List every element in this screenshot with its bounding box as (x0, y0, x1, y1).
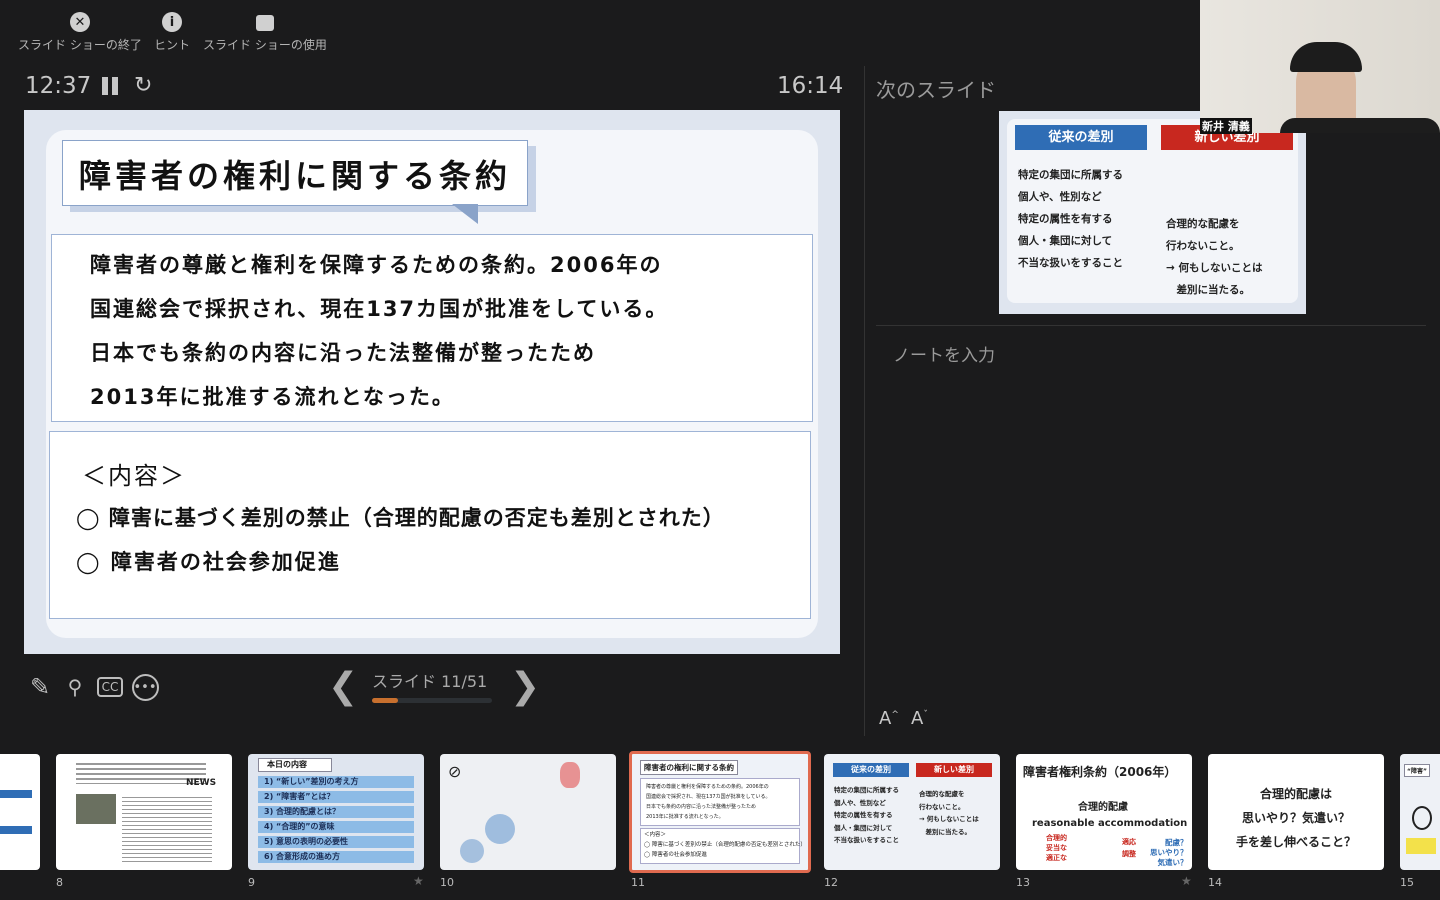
thumbnail-number: 8 (56, 876, 63, 889)
increase-font-size-icon[interactable]: A^ (879, 708, 899, 729)
star-icon: ★ (1181, 874, 1192, 888)
previous-slide-button[interactable]: ❮ (328, 666, 358, 707)
pause-icon (102, 77, 108, 95)
laser-pointer-icon[interactable]: ⚲ (60, 672, 90, 702)
body-line: 日本でも条約の内容に沿った法整備が整ったため (90, 341, 596, 365)
thumbnail-number: 12 (824, 876, 838, 889)
thumbnail-slide-10[interactable]: ⊘ (440, 754, 616, 870)
thumbnail-number: 11 (631, 876, 645, 889)
slide-counter: スライド 11/51 (372, 672, 488, 691)
thumbnail-slide-13[interactable]: 障害者権利条約（2006年） 合理的配慮 reasonable accommod… (1016, 754, 1192, 870)
participant-name: 新井 清義 (1200, 118, 1252, 134)
end-slideshow-button[interactable]: ✕ スライド ショーの終了 (18, 12, 142, 53)
thumbnail-slide-15[interactable]: “障害” (1400, 754, 1440, 870)
notes-divider (876, 325, 1426, 326)
use-slideshow-button[interactable]: スライド ショーの使用 (203, 12, 327, 53)
info-icon: i (162, 12, 182, 32)
thumbnail-number: 14 (1208, 876, 1222, 889)
hints-button[interactable]: i ヒント (154, 12, 190, 53)
thumbnail-slide-8[interactable]: NEWS (56, 754, 232, 870)
end-slideshow-label: スライド ショーの終了 (18, 38, 142, 52)
contents-item: ◯ 障害者の社会参加促進 (76, 550, 341, 574)
windows-icon (255, 15, 274, 31)
more-icon: ••• (131, 673, 159, 701)
body-box: 障害者の尊厳と権利を保障するための条約。2006年の 国連総会で採択され、現在1… (51, 234, 813, 422)
contents-heading: ＜内容＞ (82, 462, 186, 490)
thumbnail-number: 13 (1016, 876, 1030, 889)
decrease-font-size-icon[interactable]: Aˇ (911, 708, 928, 729)
body-line: 障害者の尊厳と権利を保障するための条約。2006年の (90, 253, 663, 277)
news-logo: NEWS (186, 778, 217, 788)
prohibited-icon: ⊘ (448, 762, 462, 781)
thumbnail-number: 15 (1400, 876, 1414, 889)
next-right-text: 合理的な配慮を 行わないこと。 → 何もしないことは 差別に当たる。 (1166, 218, 1263, 296)
pen-tool-icon[interactable]: ✎ (25, 672, 55, 702)
slide-progress-fill (372, 698, 399, 703)
pause-button[interactable] (102, 77, 119, 95)
next-slide-preview[interactable]: 従来の差別 新しい差別 特定の集団に所属する 個人や、性別など 特定の属性を有する個… (999, 111, 1306, 314)
notes-input[interactable]: ノートを入力 (893, 341, 1413, 701)
slide-title-box: 障害者の権利に関する条約 (62, 140, 528, 206)
slide-progress-bar (372, 698, 492, 703)
thumbnail-number: 9 (248, 876, 255, 889)
thumb-body: 障害者の尊厳と権利を保障するための条約。2006年の 国連総会で採択され、現在13… (646, 784, 771, 820)
body-line: 2013年に批准する流れとなった。 (90, 385, 455, 409)
use-slideshow-label: スライド ショーの使用 (203, 38, 327, 52)
slide-title: 障害者の権利に関する条約 (79, 157, 512, 195)
elapsed-timer: 12:37 (25, 73, 92, 99)
next-slide-button[interactable]: ❯ (510, 666, 540, 707)
next-slide-label: 次のスライド (876, 78, 996, 102)
thumbnail-number: 10 (440, 876, 454, 889)
thumbnail-slide-12[interactable]: 従来の差別 新しい差別 特定の集団に所属する 個人や、性別など 特定の属性を有する個… (824, 754, 1000, 870)
callout-tail (452, 204, 478, 224)
contents-item: ◯ 障害に基づく差別の禁止（合理的配慮の否定も差別とされた） (76, 506, 725, 530)
panel-divider (864, 66, 865, 736)
clock: 16:14 (777, 73, 844, 99)
star-icon: ★ (413, 874, 424, 888)
subtitles-button[interactable]: CC (95, 672, 125, 702)
thumbnail-slide-11-selected[interactable]: 障害者の権利に関する条約 障害者の尊厳と権利を保障するための条約。2006年の国… (629, 751, 811, 873)
thumbnail-slide-7[interactable] (0, 754, 40, 870)
contents-box: ＜内容＞ ◯ 障害に基づく差別の禁止（合理的配慮の否定も差別とされた） ◯ 障害… (49, 431, 811, 619)
body-line: 国連総会で採択され、現在137カ国が批准をしている。 (90, 297, 669, 321)
pause-icon-bar (112, 77, 118, 95)
thumb-contents: ＜内容＞ ◯ 障害に基づく差別の禁止（合理的配慮の否定も差別とされた） ◯ 障害者の… (644, 832, 806, 858)
restart-timer-icon[interactable]: ↻ (134, 73, 152, 98)
thumbnail-slide-14[interactable]: 合理的配慮は 思いやり？気遣い？ 手を差し伸べること？ (1208, 754, 1384, 870)
next-left-header: 従来の差別 (1015, 125, 1147, 150)
hints-label: ヒント (154, 38, 191, 52)
close-icon: ✕ (69, 12, 90, 32)
thumbnail-slide-9[interactable]: 本日の内容 1) “新しい”差別の考え方 2) “障害者”とは？ 3) 合理的配… (248, 754, 424, 870)
cc-icon: CC (96, 677, 124, 697)
next-left-text: 特定の集団に所属する 個人や、性別など 特定の属性を有する 個人・集団に対して 不当な扱… (1018, 169, 1123, 269)
webcam-video: 新井 清義 (1200, 0, 1440, 134)
more-options-button[interactable]: ••• (130, 672, 160, 702)
